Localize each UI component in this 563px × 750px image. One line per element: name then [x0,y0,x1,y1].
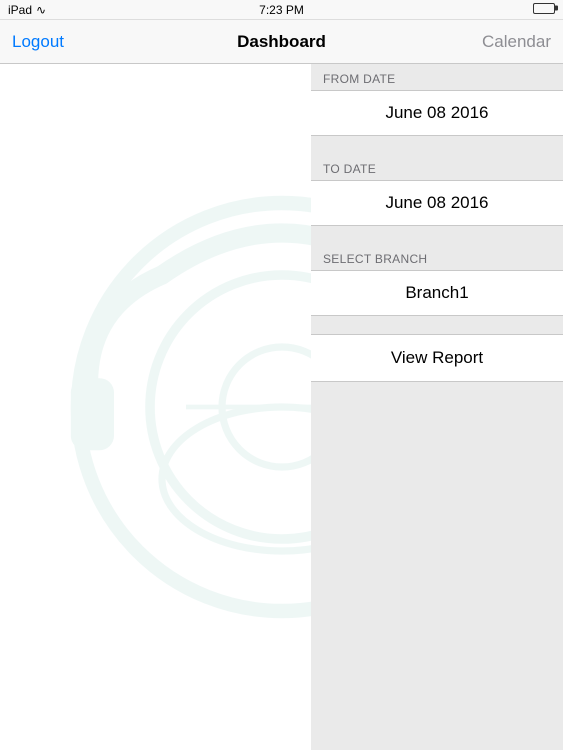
logout-button[interactable]: Logout [12,32,64,52]
wifi-icon: ∿ [36,3,46,17]
battery-container [533,3,555,17]
spacer-1 [311,136,563,154]
device-label: iPad [8,3,32,17]
branch-value[interactable]: Branch1 [311,270,563,316]
from-date-value[interactable]: June 08 2016 [311,90,563,136]
to-date-label: TO DATE [311,154,563,180]
form-panel: FROM DATE June 08 2016 TO DATE June 08 2… [311,64,563,750]
to-date-section: TO DATE June 08 2016 [311,154,563,226]
status-time: 7:23 PM [259,3,304,17]
navigation-bar: Logout Dashboard Calendar [0,20,563,64]
page-title: Dashboard [237,32,326,52]
status-bar: iPad ∿ 7:23 PM [0,0,563,20]
calendar-button[interactable]: Calendar [482,32,551,52]
status-left: iPad ∿ [8,3,46,17]
view-report-button[interactable]: View Report [311,334,563,382]
battery-icon [533,3,555,14]
spacer-2 [311,226,563,244]
main-content: FROM DATE June 08 2016 TO DATE June 08 2… [0,64,563,750]
from-date-label: FROM DATE [311,64,563,90]
from-date-section: FROM DATE June 08 2016 [311,64,563,136]
branch-label: SELECT BRANCH [311,244,563,270]
status-right [533,3,555,17]
to-date-value[interactable]: June 08 2016 [311,180,563,226]
branch-section: SELECT BRANCH Branch1 [311,244,563,316]
